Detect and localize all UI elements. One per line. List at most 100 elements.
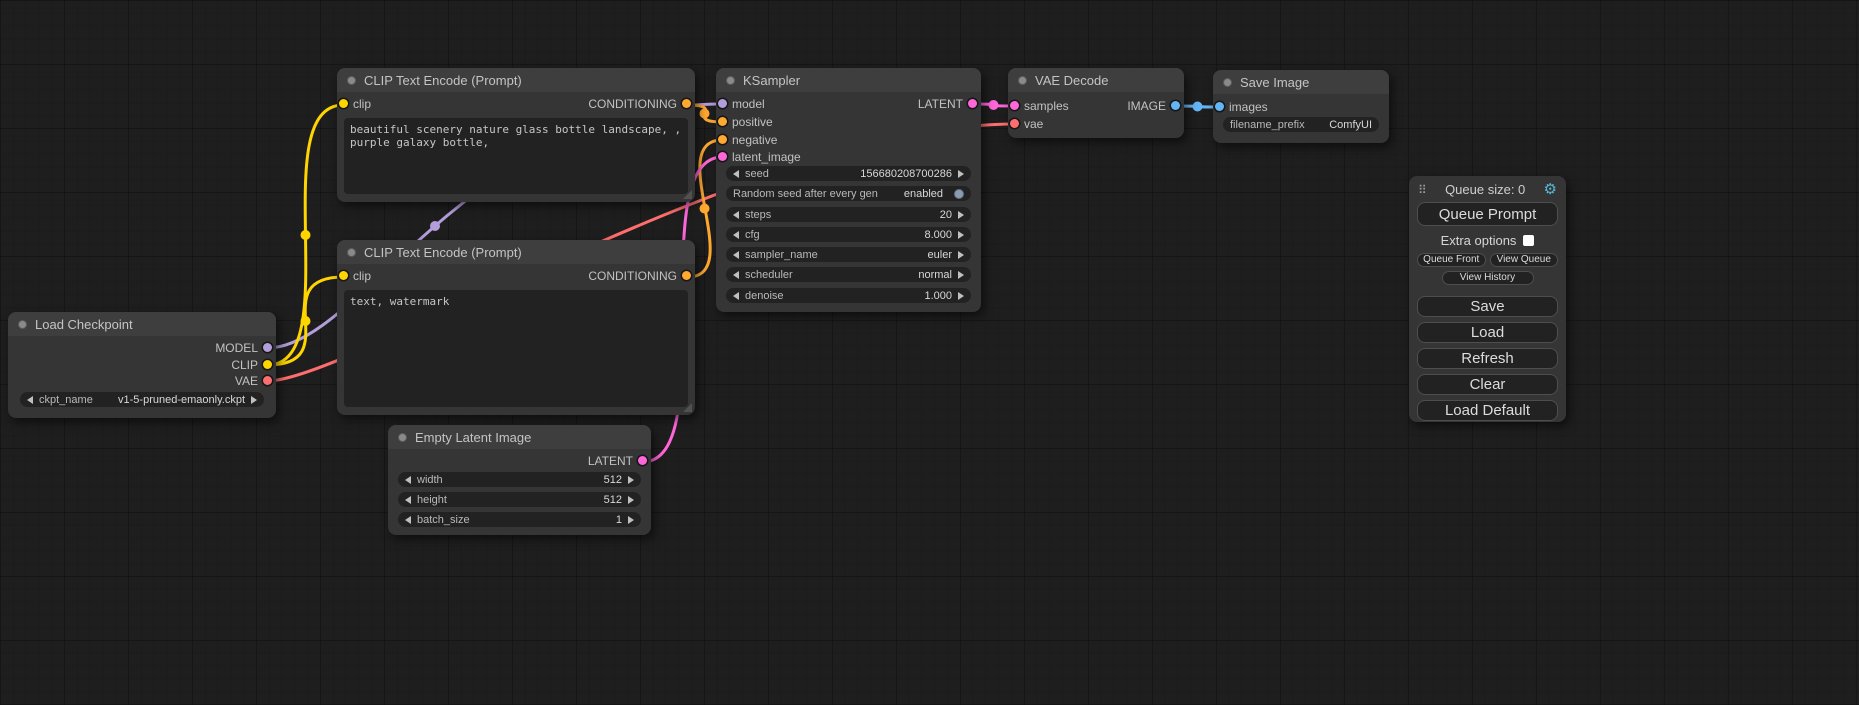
conditioning-output-port[interactable] — [682, 99, 691, 108]
positive-prompt-textarea[interactable]: beautiful scenery nature glass bottle la… — [344, 118, 688, 194]
extra-options-checkbox[interactable] — [1523, 235, 1534, 246]
node-header[interactable]: VAE Decode — [1008, 68, 1184, 92]
latent-output-port[interactable] — [638, 456, 647, 465]
negative-prompt-textarea[interactable]: text, watermark — [344, 290, 688, 407]
positive-input-port[interactable] — [718, 117, 727, 126]
slot-label: LATENT — [918, 97, 963, 111]
node-graph-canvas[interactable]: Load Checkpoint MODEL CLIP VAE ckpt_name… — [0, 0, 1859, 705]
toggle-knob-icon[interactable] — [954, 189, 964, 199]
slot-label: negative — [732, 133, 777, 147]
node-ksampler[interactable]: KSampler model LATENT positive negative … — [716, 68, 981, 312]
increment-arrow-icon[interactable] — [628, 516, 634, 524]
load-button[interactable]: Load — [1417, 322, 1558, 343]
height-widget[interactable]: height 512 — [398, 492, 641, 507]
widget-label: filename_prefix — [1230, 119, 1305, 131]
decrement-arrow-icon[interactable] — [733, 292, 739, 300]
widget-label: denoise — [745, 290, 784, 302]
widget-value: 8.000 — [924, 229, 952, 241]
clear-button[interactable]: Clear — [1417, 374, 1558, 395]
save-button[interactable]: Save — [1417, 296, 1558, 317]
widget-value: ComfyUI — [1329, 119, 1372, 131]
negative-input-port[interactable] — [718, 135, 727, 144]
scheduler-widget[interactable]: scheduler normal — [726, 267, 971, 282]
node-header[interactable]: KSampler — [716, 68, 981, 92]
refresh-button[interactable]: Refresh — [1417, 348, 1558, 369]
model-output-port[interactable] — [263, 343, 272, 352]
view-history-button[interactable]: View History — [1442, 271, 1534, 285]
decrement-arrow-icon[interactable] — [405, 496, 411, 504]
slot-label: MODEL — [215, 341, 258, 355]
increment-arrow-icon[interactable] — [628, 476, 634, 484]
queue-prompt-button[interactable]: Queue Prompt — [1417, 202, 1558, 226]
resize-grip[interactable] — [683, 190, 692, 199]
ckpt-name-widget[interactable]: ckpt_name v1-5-pruned-emaonly.ckpt — [20, 392, 264, 407]
queue-front-button[interactable]: Queue Front — [1417, 253, 1486, 267]
output-slot-clip: CLIP — [8, 357, 276, 373]
collapse-dot-icon[interactable] — [347, 76, 356, 85]
load-default-button[interactable]: Load Default — [1417, 400, 1558, 421]
seed-widget[interactable]: seed 156680208700286 — [726, 166, 971, 181]
decrement-arrow-icon[interactable] — [733, 170, 739, 178]
slot-label: images — [1229, 100, 1268, 114]
decrement-arrow-icon[interactable] — [405, 516, 411, 524]
increment-arrow-icon[interactable] — [958, 292, 964, 300]
node-header[interactable]: CLIP Text Encode (Prompt) — [337, 240, 695, 264]
denoise-widget[interactable]: denoise 1.000 — [726, 288, 971, 303]
increment-arrow-icon[interactable] — [251, 396, 257, 404]
widget-value: 156680208700286 — [860, 168, 952, 180]
collapse-dot-icon[interactable] — [1223, 78, 1232, 87]
decrement-arrow-icon[interactable] — [27, 396, 33, 404]
increment-arrow-icon[interactable] — [958, 271, 964, 279]
images-input-port[interactable] — [1215, 102, 1224, 111]
image-output-port[interactable] — [1171, 101, 1180, 110]
widget-label: height — [417, 494, 447, 506]
latent-output-port[interactable] — [968, 99, 977, 108]
decrement-arrow-icon[interactable] — [405, 476, 411, 484]
drag-handle-icon[interactable]: ⠿ — [1418, 183, 1427, 197]
filename-prefix-widget[interactable]: filename_prefix ComfyUI — [1223, 117, 1379, 132]
width-widget[interactable]: width 512 — [398, 472, 641, 487]
batch-size-widget[interactable]: batch_size 1 — [398, 512, 641, 527]
increment-arrow-icon[interactable] — [958, 211, 964, 219]
node-header[interactable]: Empty Latent Image — [388, 425, 651, 449]
conditioning-output-port[interactable] — [682, 271, 691, 280]
node-clip-text-encode-positive[interactable]: CLIP Text Encode (Prompt) clip CONDITION… — [337, 68, 695, 202]
collapse-dot-icon[interactable] — [347, 248, 356, 257]
collapse-dot-icon[interactable] — [726, 76, 735, 85]
output-slot-vae: VAE — [8, 373, 276, 389]
node-header[interactable]: Load Checkpoint — [8, 312, 276, 336]
slot-label: LATENT — [588, 454, 633, 468]
decrement-arrow-icon[interactable] — [733, 211, 739, 219]
collapse-dot-icon[interactable] — [398, 433, 407, 442]
collapse-dot-icon[interactable] — [18, 320, 27, 329]
node-title-label: Empty Latent Image — [415, 430, 531, 445]
cfg-widget[interactable]: cfg 8.000 — [726, 227, 971, 242]
node-load-checkpoint[interactable]: Load Checkpoint MODEL CLIP VAE ckpt_name… — [8, 312, 276, 418]
node-header[interactable]: Save Image — [1213, 70, 1389, 94]
view-queue-button[interactable]: View Queue — [1490, 253, 1559, 267]
vae-output-port[interactable] — [263, 376, 272, 385]
input-slot-latent-image: latent_image — [716, 149, 981, 165]
latent-image-input-port[interactable] — [718, 152, 727, 161]
increment-arrow-icon[interactable] — [958, 231, 964, 239]
increment-arrow-icon[interactable] — [958, 170, 964, 178]
random-seed-toggle-widget[interactable]: Random seed after every gen enabled — [726, 186, 971, 201]
decrement-arrow-icon[interactable] — [733, 271, 739, 279]
resize-grip[interactable] — [683, 403, 692, 412]
increment-arrow-icon[interactable] — [628, 496, 634, 504]
decrement-arrow-icon[interactable] — [733, 231, 739, 239]
steps-widget[interactable]: steps 20 — [726, 207, 971, 222]
node-header[interactable]: CLIP Text Encode (Prompt) — [337, 68, 695, 92]
vae-input-port[interactable] — [1010, 119, 1019, 128]
node-empty-latent-image[interactable]: Empty Latent Image LATENT width 512 heig… — [388, 425, 651, 535]
wire-midpoint-dot — [989, 100, 999, 110]
settings-gear-icon[interactable]: ⚙ — [1544, 182, 1557, 197]
decrement-arrow-icon[interactable] — [733, 251, 739, 259]
collapse-dot-icon[interactable] — [1018, 76, 1027, 85]
increment-arrow-icon[interactable] — [958, 251, 964, 259]
node-save-image[interactable]: Save Image images filename_prefix ComfyU… — [1213, 70, 1389, 143]
clip-output-port[interactable] — [263, 360, 272, 369]
sampler-name-widget[interactable]: sampler_name euler — [726, 247, 971, 262]
node-clip-text-encode-negative[interactable]: CLIP Text Encode (Prompt) clip CONDITION… — [337, 240, 695, 415]
node-vae-decode[interactable]: VAE Decode samples IMAGE vae — [1008, 68, 1184, 138]
